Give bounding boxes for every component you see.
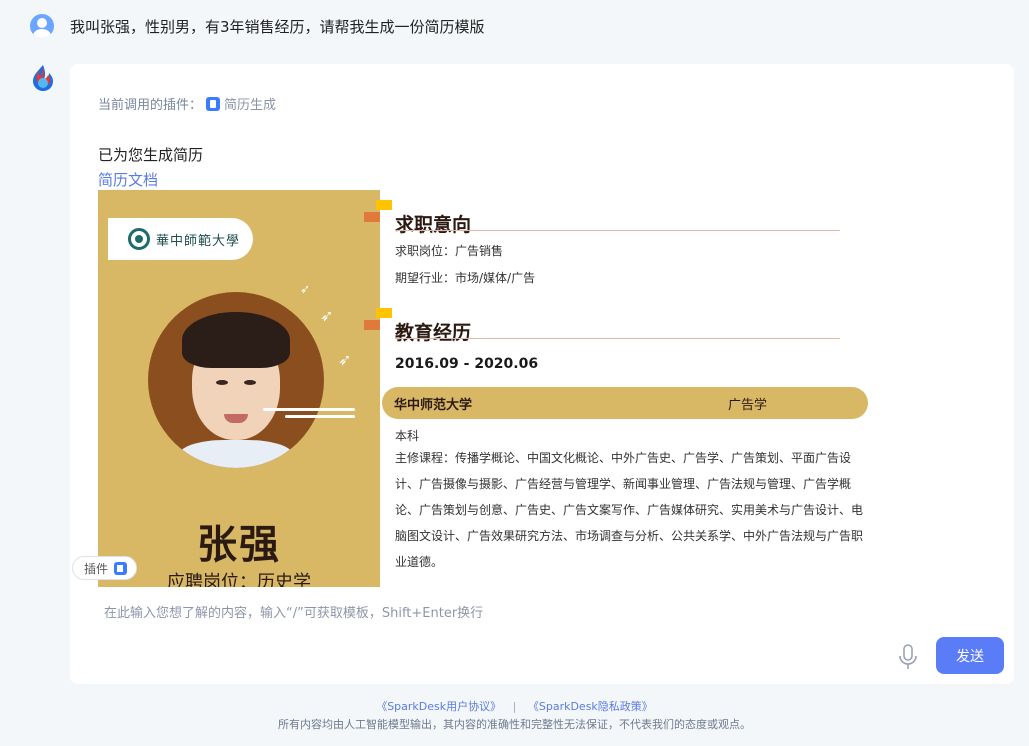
school-emblem-icon [128, 228, 150, 250]
intent-title: 求职意向 [395, 214, 472, 236]
section-marker-icon [364, 308, 392, 330]
degree: 本科 [395, 429, 420, 443]
generated-text: 已为您生成简历 [98, 146, 204, 164]
reply-card: 当前调用的插件： 简历生成 已为您生成简历 简历文档 華中師範大學 ➶ ➶ ➶ [70, 64, 1014, 684]
privacy-policy-link[interactable]: 《SparkDesk隐私政策》 [528, 700, 653, 713]
education-title: 教育经历 [395, 322, 472, 344]
footer-separator: | [512, 700, 517, 713]
chat-input[interactable]: 在此输入您想了解的内容，输入“/”可获取模板，Shift+Enter换行 [104, 602, 483, 621]
school-name: 华中师范大学 [394, 397, 473, 413]
plugin-prefix: 当前调用的插件： [98, 98, 203, 113]
school-bar: 华中师范大学 广告学 [382, 387, 868, 419]
user-avatar-icon [30, 14, 54, 38]
section-divider [395, 230, 840, 231]
user-message-text: 我叫张强，性别男，有3年销售经历，请帮我生成一份简历模版 [70, 17, 485, 36]
resume-left-panel: 華中師範大學 ➶ ➶ ➶ 张强 应聘岗位：历史学 [98, 190, 380, 587]
spark-logo-icon [33, 65, 53, 91]
user-agreement-link[interactable]: 《SparkDesk用户协议》 [376, 700, 501, 713]
user-message-row: 我叫张强，性别男，有3年销售经历，请帮我生成一份简历模版 [30, 12, 485, 40]
apply-position: 应聘岗位：历史学 [167, 572, 311, 587]
profile-photo [148, 292, 324, 468]
school-logo: 華中師範大學 [108, 218, 253, 260]
education-date: 2016.09 - 2020.06 [395, 356, 539, 372]
decorative-lines [263, 408, 355, 424]
courses-text: 主修课程：传播学概论、中国文化概论、中外广告史、广告学、广告策划、平面广告设计、… [395, 451, 864, 569]
school-logo-text: 華中師範大學 [156, 233, 241, 249]
plugin-info: 当前调用的插件： 简历生成 [98, 94, 276, 113]
footer-links: 《SparkDesk用户协议》 | 《SparkDesk隐私政策》 [0, 698, 1029, 714]
bird-icon: ➶ [300, 282, 311, 296]
send-button[interactable]: 发送 [936, 637, 1004, 674]
school-major: 广告学 [728, 397, 768, 413]
plugin-name: 简历生成 [224, 98, 277, 113]
resume-preview[interactable]: 華中師範大學 ➶ ➶ ➶ 张强 应聘岗位：历史学 求职意向 求职岗位：广告销售 … [98, 190, 878, 587]
bird-icon: ➶ [320, 306, 334, 325]
job-industry: 期望行业：市场/媒体/广告 [395, 271, 536, 285]
resume-name: 张强 [197, 522, 281, 568]
document-icon [206, 96, 221, 111]
resume-right-panel: 求职意向 求职岗位：广告销售 期望行业：市场/媒体/广告 教育经历 2016.0… [364, 190, 878, 587]
bird-icon: ➶ [338, 350, 352, 369]
resume-doc-link[interactable]: 简历文档 [98, 169, 158, 190]
plugin-tag-label: 插件 [84, 561, 109, 576]
microphone-icon[interactable] [898, 644, 918, 670]
footer-disclaimer: 所有内容均由人工智能模型输出，其内容的准确性和完整性无法保证，不代表我们的态度或… [278, 718, 751, 731]
section-marker-icon [364, 200, 392, 222]
job-position: 求职岗位：广告销售 [395, 244, 504, 258]
plugin-tag-button[interactable]: 插件 [72, 556, 138, 580]
section-divider [395, 338, 840, 339]
document-icon [114, 561, 128, 575]
